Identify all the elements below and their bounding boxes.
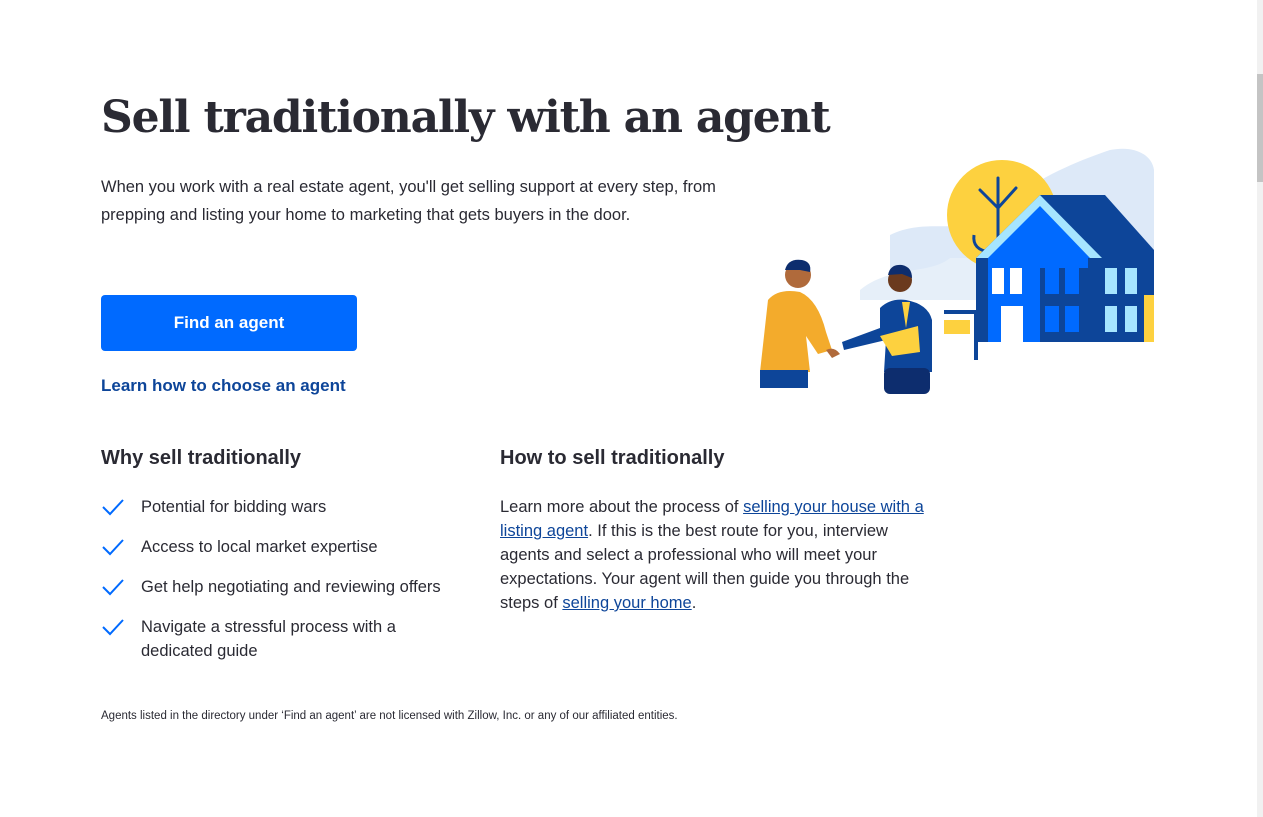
- disclaimer-text: Agents listed in the directory under ‘Fi…: [101, 710, 678, 722]
- agent-handshake-house-illustration: [760, 148, 1154, 394]
- find-an-agent-button[interactable]: Find an agent: [101, 295, 357, 351]
- how-text-3: .: [691, 594, 697, 612]
- benefit-text: Access to local market expertise: [141, 538, 378, 556]
- how-to-sell-paragraph: Learn more about the process of selling …: [500, 495, 925, 615]
- list-item: Potential for bidding wars: [101, 495, 461, 519]
- page-scrollbar[interactable]: [1257, 0, 1263, 817]
- scrollbar-thumb[interactable]: [1257, 74, 1263, 182]
- why-sell-heading: Why sell traditionally: [101, 447, 302, 469]
- list-item: Navigate a stressful process with a dedi…: [101, 615, 461, 663]
- checkmark-icon: [102, 579, 124, 596]
- benefit-text: Navigate a stressful process with a dedi…: [141, 618, 396, 660]
- hero-description: When you work with a real estate agent, …: [101, 178, 716, 224]
- checkmark-icon: [102, 499, 124, 516]
- list-item: Get help negotiating and reviewing offer…: [101, 575, 461, 599]
- checkmark-icon: [102, 539, 124, 556]
- learn-choose-agent-link[interactable]: Learn how to choose an agent: [101, 376, 346, 396]
- checkmark-icon: [102, 619, 124, 636]
- page-title: Sell traditionally with an agent: [101, 92, 831, 143]
- benefit-text: Potential for bidding wars: [141, 498, 327, 516]
- how-text-1: Learn more about the process of: [500, 498, 744, 516]
- selling-your-home-link[interactable]: selling your home: [562, 594, 691, 612]
- list-item: Access to local market expertise: [101, 535, 461, 559]
- how-to-sell-heading: How to sell traditionally: [500, 447, 725, 469]
- benefits-list: Potential for bidding wars Access to loc…: [101, 495, 461, 679]
- benefit-text: Get help negotiating and reviewing offer…: [141, 578, 441, 596]
